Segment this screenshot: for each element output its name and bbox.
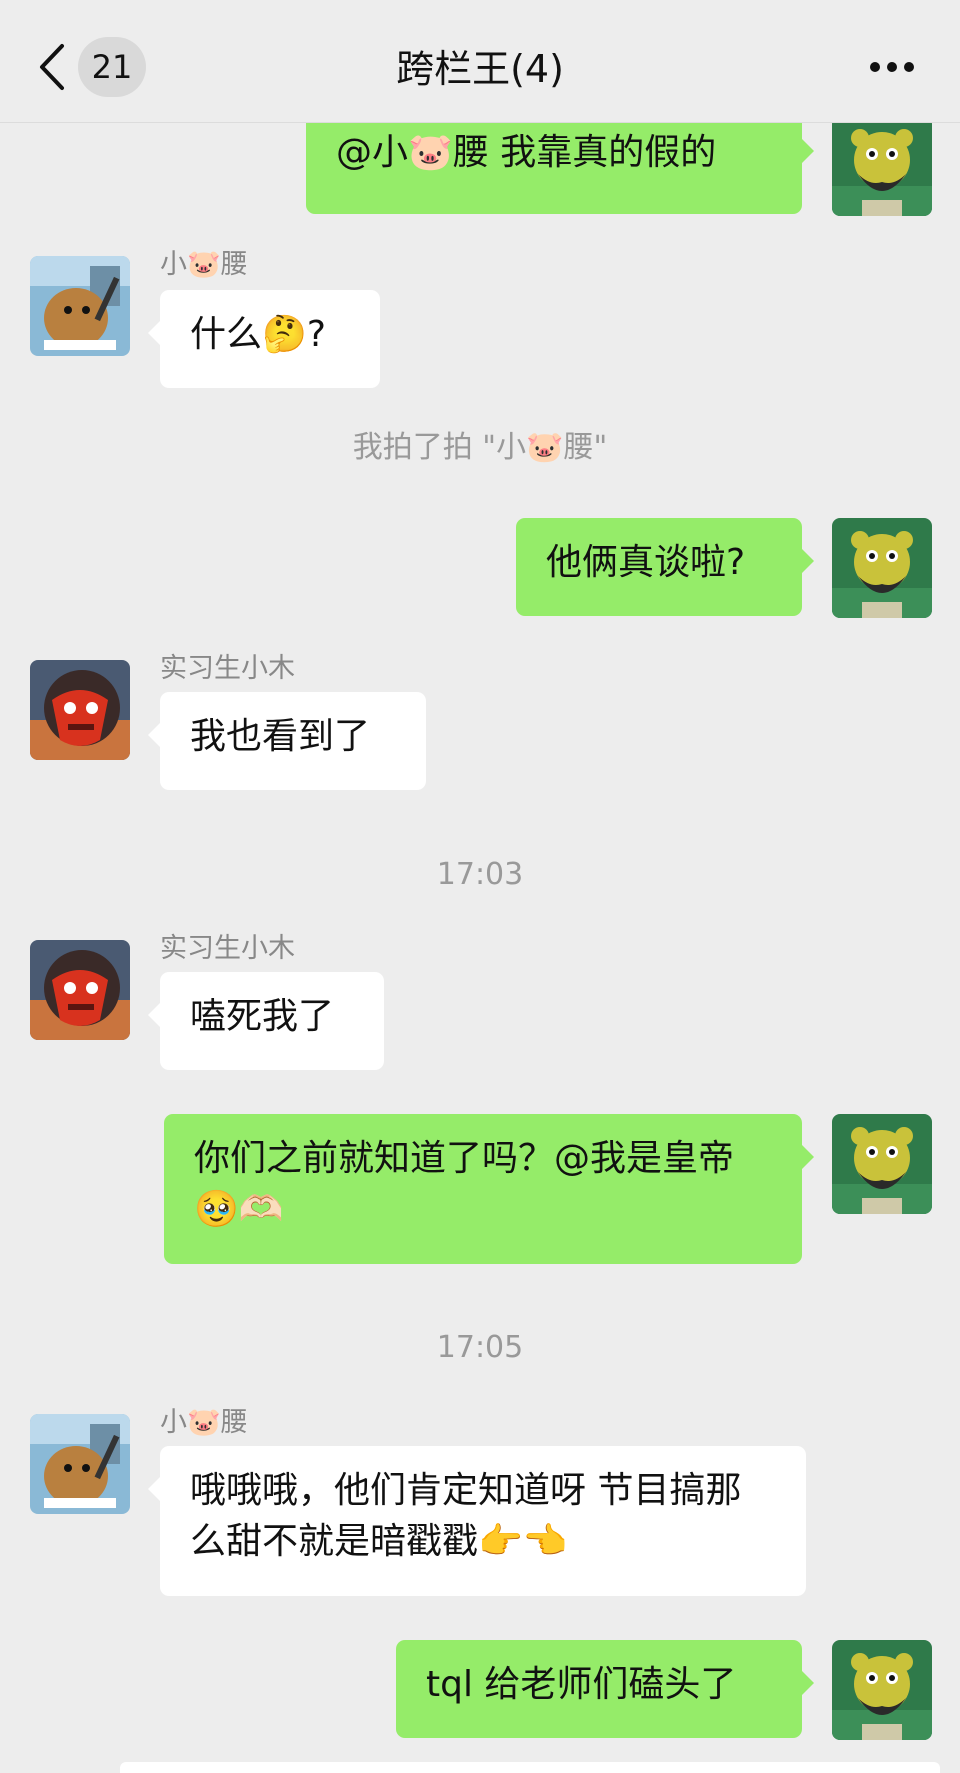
- chat-header: 21 跨栏王(4): [0, 0, 960, 123]
- message-bubble-outgoing[interactable]: 他俩真谈啦?: [516, 518, 814, 616]
- timestamp: 17:05: [436, 1330, 524, 1365]
- message-bubble-outgoing[interactable]: @小🐷腰 我靠真的假的: [306, 108, 814, 214]
- sender-name: 小🐷腰: [160, 249, 248, 280]
- my-avatar[interactable]: [832, 1114, 932, 1214]
- sender-avatar-shixisheng[interactable]: [30, 660, 130, 760]
- more-dots-icon: [887, 62, 897, 72]
- more-dots-icon: [870, 62, 880, 72]
- chat-area[interactable]: @小🐷腰 我靠真的假的 小🐷腰 什么🤔? 我拍了拍 "小🐷腰" 他俩真谈啦? 实…: [0, 0, 960, 1773]
- message-bubble-outgoing[interactable]: 你们之前就知道了吗？@我是皇帝🥹🫶🏻: [164, 1114, 814, 1264]
- sender-name: 实习生小木: [160, 933, 295, 964]
- sender-name: 小🐷腰: [160, 1407, 248, 1438]
- message-bubble-incoming[interactable]: 什么🤔?: [148, 290, 380, 388]
- my-avatar[interactable]: [832, 518, 932, 618]
- sender-name: 实习生小木: [160, 653, 295, 684]
- message-bubble-incoming[interactable]: 哦哦哦，他们肯定知道呀 节目搞那么甜不就是暗戳戳👉👈: [148, 1446, 806, 1596]
- my-avatar[interactable]: [832, 1640, 932, 1740]
- input-bar-edge: [120, 1762, 940, 1773]
- sender-avatar-shixisheng[interactable]: [30, 940, 130, 1040]
- sender-avatar-xiaozhuyao[interactable]: [30, 256, 130, 356]
- more-dots-icon: [904, 62, 914, 72]
- my-avatar[interactable]: [832, 116, 932, 216]
- message-bubble-outgoing[interactable]: tql 给老师们磕头了: [396, 1640, 814, 1738]
- system-notice-pat: 我拍了拍 "小🐷腰": [352, 430, 608, 465]
- message-bubble-incoming[interactable]: 我也看到了: [148, 692, 426, 790]
- chat-title: 跨栏王(4): [396, 47, 564, 91]
- sender-avatar-xiaozhuyao[interactable]: [30, 1414, 130, 1514]
- more-button[interactable]: [866, 56, 918, 80]
- timestamp: 17:03: [436, 857, 524, 892]
- message-bubble-incoming[interactable]: 嗑死我了: [148, 972, 384, 1070]
